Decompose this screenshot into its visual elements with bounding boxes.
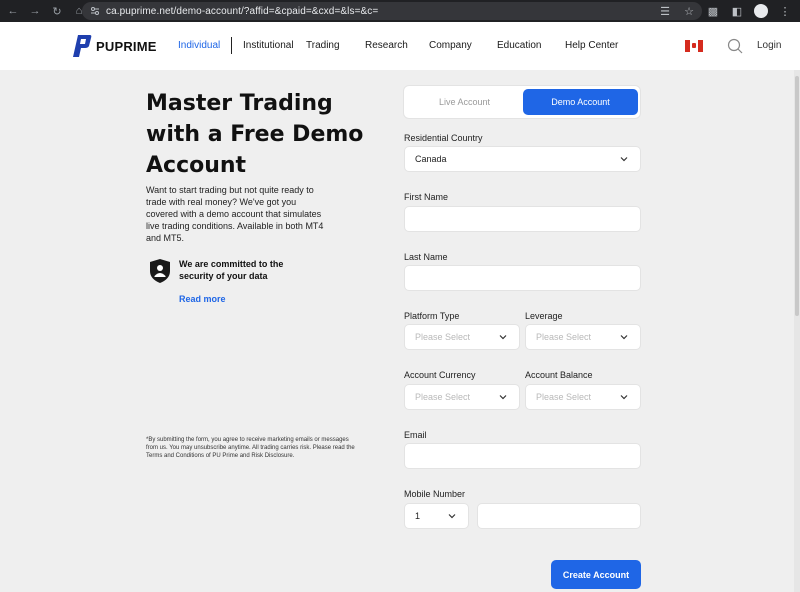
browser-toolbar: ← → ↻ ⌂ ca.puprime.net/demo-account/?aff… xyxy=(0,0,800,22)
country-code-select[interactable]: 1 xyxy=(404,503,469,529)
tab-live-account[interactable]: Live Account xyxy=(407,89,522,115)
nav-individual[interactable]: Individual xyxy=(178,40,220,51)
reload-icon[interactable]: ↻ xyxy=(48,2,66,20)
nav-trading[interactable]: Trading xyxy=(306,40,340,51)
platform-type-label: Platform Type xyxy=(404,311,460,321)
extensions-icon[interactable]: ▩ xyxy=(704,2,722,20)
mobile-number-field[interactable] xyxy=(477,503,641,529)
profile-icon[interactable] xyxy=(752,2,770,20)
last-name-label: Last Name xyxy=(404,252,448,262)
nav-divider xyxy=(231,37,232,54)
browser-menu-icon[interactable]: ⋮ xyxy=(776,2,794,20)
logo-text: PUPRIME xyxy=(96,38,157,54)
read-more-link[interactable]: Read more xyxy=(179,294,226,304)
account-type-toggle: Live Account Demo Account xyxy=(403,85,641,119)
nav-help-center[interactable]: Help Center xyxy=(565,40,618,51)
leverage-placeholder: Please Select xyxy=(536,332,592,342)
logo[interactable]: PUPRIME xyxy=(72,34,157,58)
page-title: Master Trading with a Free Demo Account xyxy=(146,88,376,181)
nav-research[interactable]: Research xyxy=(365,40,408,51)
account-currency-select[interactable]: Please Select xyxy=(404,384,520,410)
security-commitment-text: We are committed to the security of your… xyxy=(179,259,284,281)
account-currency-placeholder: Please Select xyxy=(415,392,471,402)
country-code-value: 1 xyxy=(415,511,421,521)
chevron-down-icon xyxy=(620,335,628,340)
chevron-down-icon xyxy=(448,514,456,519)
leverage-label: Leverage xyxy=(525,311,563,321)
account-balance-placeholder: Please Select xyxy=(536,392,592,402)
nav-institutional[interactable]: Institutional xyxy=(243,40,294,51)
translate-icon[interactable]: ☰ xyxy=(656,2,674,20)
platform-type-placeholder: Please Select xyxy=(415,332,471,342)
first-name-field[interactable] xyxy=(404,206,641,232)
last-name-field[interactable] xyxy=(404,265,641,291)
residential-country-select[interactable]: Canada xyxy=(404,146,641,172)
chevron-down-icon xyxy=(499,335,507,340)
site-header: PUPRIME Individual Institutional Trading… xyxy=(0,22,800,70)
hero-description: Want to start trading but not quite read… xyxy=(146,185,324,243)
platform-type-select[interactable]: Please Select xyxy=(404,324,520,350)
url-text: ca.puprime.net/demo-account/?affid=&cpai… xyxy=(106,5,379,17)
disclaimer-text: *By submitting the form, you agree to re… xyxy=(146,437,355,459)
title-line: Master Trading xyxy=(146,91,333,116)
residential-country-value: Canada xyxy=(415,154,447,164)
account-balance-label: Account Balance xyxy=(525,370,593,380)
forward-icon[interactable]: → xyxy=(26,2,44,20)
scrollbar-thumb[interactable] xyxy=(795,76,799,316)
create-account-button[interactable]: Create Account xyxy=(551,560,641,589)
nav-education[interactable]: Education xyxy=(497,40,541,51)
search-icon[interactable] xyxy=(727,38,743,54)
login-link[interactable]: Login xyxy=(757,40,781,51)
side-panel-icon[interactable]: ◧ xyxy=(728,2,746,20)
bookmark-star-icon[interactable]: ☆ xyxy=(680,2,698,20)
shield-user-icon xyxy=(150,259,170,283)
mobile-number-label: Mobile Number xyxy=(404,489,466,499)
chevron-down-icon xyxy=(499,395,507,400)
site-info-icon[interactable] xyxy=(90,6,100,16)
account-currency-label: Account Currency xyxy=(404,370,476,380)
first-name-label: First Name xyxy=(404,192,449,202)
account-balance-select[interactable]: Please Select xyxy=(525,384,641,410)
address-bar[interactable]: ca.puprime.net/demo-account/?affid=&cpai… xyxy=(82,2,702,20)
back-icon[interactable]: ← xyxy=(4,2,22,20)
chevron-down-icon xyxy=(620,157,628,162)
residential-country-label: Residential Country xyxy=(404,133,483,143)
title-line: Account xyxy=(146,153,247,178)
nav-company[interactable]: Company xyxy=(429,40,472,51)
leverage-select[interactable]: Please Select xyxy=(525,324,641,350)
tab-demo-account[interactable]: Demo Account xyxy=(523,89,638,115)
canada-flag-icon[interactable] xyxy=(685,40,703,52)
email-field[interactable] xyxy=(404,443,641,469)
email-label: Email xyxy=(404,430,427,440)
chevron-down-icon xyxy=(620,395,628,400)
puprime-logo-icon xyxy=(73,35,92,57)
title-line: with a Free Demo xyxy=(146,122,364,147)
